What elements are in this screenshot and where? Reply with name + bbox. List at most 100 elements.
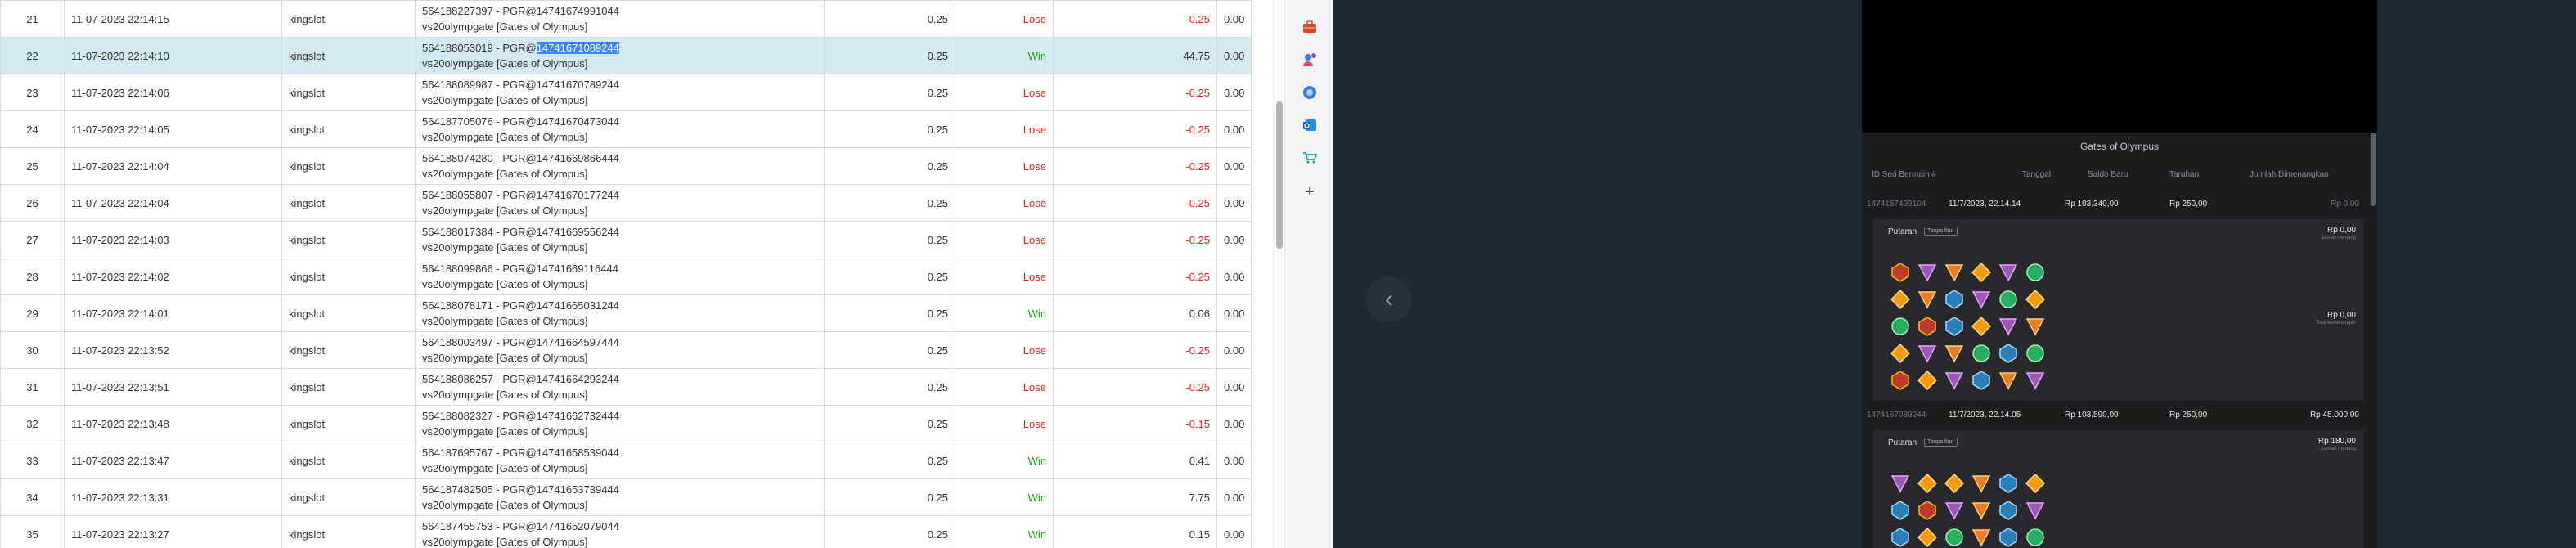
table-row[interactable]: 35 11-07-2023 22:13:27 kingslot 56418745575… <box>0 515 1252 548</box>
row-number: 22 <box>0 37 65 74</box>
row-game: vs20olympgate [Gates of Olympus] <box>422 131 588 143</box>
shopping-icon[interactable] <box>1299 147 1320 168</box>
slot-reel-grid <box>1890 262 2053 393</box>
table-row[interactable]: 26 11-07-2023 22:14:04 kingslot 56418805580… <box>0 184 1252 222</box>
round-id: 1474167499104 <box>1867 200 1926 209</box>
slot-symbol-icon <box>1998 343 2019 364</box>
table-row[interactable]: 23 11-07-2023 22:14:06 kingslot 56418808998… <box>0 74 1252 111</box>
row-jackpot: 0.00 <box>1216 515 1252 548</box>
spin-amount-label: Jumlah menang <box>2321 236 2356 240</box>
row-date: 11-07-2023 22:13:48 <box>64 405 282 442</box>
slot-symbol-icon <box>1971 343 1992 364</box>
table-scrollbar[interactable] <box>1273 0 1284 548</box>
row-result: Lose <box>955 221 1054 258</box>
row-transaction: 564188089987 - PGR@14741670789244 vs20oly… <box>415 74 825 111</box>
row-result: Lose <box>955 405 1054 442</box>
spin-amount-label: Jumlah menang <box>2321 447 2356 451</box>
slot-symbol-icon <box>1944 343 1965 364</box>
row-date: 11-07-2023 22:14:15 <box>64 0 282 38</box>
row-bet: 0.25 <box>824 37 955 74</box>
row-bet: 0.25 <box>824 0 955 38</box>
row-username: kingslot <box>281 74 416 111</box>
row-jackpot: 0.00 <box>1216 74 1252 111</box>
header-date: Tanggal <box>2022 170 2052 179</box>
row-date: 11-07-2023 22:13:31 <box>64 478 282 516</box>
row-transaction: 564188082327 - PGR@14741662732444 vs20oly… <box>415 405 825 442</box>
row-game: vs20olympgate [Gates of Olympus] <box>422 94 588 106</box>
row-date: 11-07-2023 22:14:02 <box>64 258 282 295</box>
row-jackpot: 0.00 <box>1216 110 1252 148</box>
row-win-amount: -0.25 <box>1053 184 1217 222</box>
toolbox-icon[interactable] <box>1299 16 1320 38</box>
row-jackpot: 0.00 <box>1216 294 1252 332</box>
table-row[interactable]: 25 11-07-2023 22:14:04 kingslot 56418807428… <box>0 147 1252 185</box>
tx-id: 564188003497 - PGR@14741664597444 <box>422 336 619 348</box>
total-amount: Rp 0,00 <box>2326 311 2356 320</box>
row-result: Win <box>955 294 1054 332</box>
row-bet: 0.25 <box>824 110 955 148</box>
slot-symbol-icon <box>1944 500 1965 521</box>
slot-symbol-icon <box>1917 289 1938 310</box>
table-row[interactable]: 28 11-07-2023 22:14:02 kingslot 56418809986… <box>0 258 1252 295</box>
table-row[interactable]: 33 11-07-2023 22:13:47 kingslot 56418769576… <box>0 442 1252 479</box>
copilot-icon[interactable] <box>1299 82 1320 103</box>
tx-id: 564188082327 - PGR@14741662732444 <box>422 410 619 422</box>
selected-text[interactable]: 14741671089244 <box>536 42 619 54</box>
row-transaction: 564188074280 - PGR@14741669866444 vs20oly… <box>415 147 825 185</box>
slot-symbol-icon <box>1971 262 1992 283</box>
row-date: 11-07-2023 22:14:04 <box>64 184 282 222</box>
table-row[interactable]: 24 11-07-2023 22:14:05 kingslot 56418770507… <box>0 110 1252 148</box>
row-date: 11-07-2023 22:14:03 <box>64 221 282 258</box>
row-transaction: 564188055807 - PGR@14741670177244 vs20oly… <box>415 184 825 222</box>
table-row[interactable]: 22 11-07-2023 22:14:10 kingslot 56418805301… <box>0 37 1252 74</box>
table-row[interactable]: 27 11-07-2023 22:14:03 kingslot 56418801738… <box>0 221 1252 258</box>
table-row[interactable]: 34 11-07-2023 22:13:31 kingslot 56418748250… <box>0 478 1252 516</box>
row-transaction: 564187455753 - PGR@14741652079044 vs20oly… <box>415 515 825 548</box>
row-date: 11-07-2023 22:14:06 <box>64 74 282 111</box>
plus-icon[interactable]: + <box>1299 182 1320 203</box>
chevron-left-icon[interactable]: ‹ <box>1366 276 1412 322</box>
row-username: kingslot <box>281 221 416 258</box>
table-row[interactable]: 32 11-07-2023 22:13:48 kingslot 56418808232… <box>0 405 1252 442</box>
row-username: kingslot <box>281 368 416 406</box>
row-transaction: 564187705076 - PGR@14741670473044 vs20oly… <box>415 110 825 148</box>
row-number: 26 <box>0 184 65 222</box>
row-number: 23 <box>0 74 65 111</box>
row-username: kingslot <box>281 442 416 479</box>
row-result: Lose <box>955 110 1054 148</box>
spin-card: Putaran Tanpa fitur Rp 180,00 Jumlah men… <box>1873 430 2364 548</box>
table-row[interactable]: 29 11-07-2023 22:14:01 kingslot 56418807817… <box>0 294 1252 332</box>
round-balance: Rp 103.590,00 <box>2065 411 2119 420</box>
row-username: kingslot <box>281 258 416 295</box>
row-result: Lose <box>955 184 1054 222</box>
row-number: 35 <box>0 515 65 548</box>
tx-id-prefix: 564188053019 - PGR@ <box>422 42 537 54</box>
row-username: kingslot <box>281 37 416 74</box>
row-bet: 0.25 <box>824 442 955 479</box>
row-result: Lose <box>955 0 1054 38</box>
scrollbar-thumb[interactable] <box>1276 101 1283 249</box>
row-result: Lose <box>955 368 1054 406</box>
outlook-icon[interactable] <box>1299 115 1320 136</box>
slot-symbol-icon <box>1971 316 1992 337</box>
row-game: vs20olympgate [Gates of Olympus] <box>422 241 588 254</box>
header-round-id: ID Seri Bermain # <box>1872 170 1936 179</box>
row-date: 11-07-2023 22:14:04 <box>64 147 282 185</box>
tx-id: 564187705076 - PGR@14741670473044 <box>422 115 619 128</box>
table-row[interactable]: 31 11-07-2023 22:13:51 kingslot 56418808625… <box>0 368 1252 406</box>
tx-id: 564188078171 - PGR@14741665031244 <box>422 299 619 312</box>
spin-tag: Tanpa fitur <box>1924 438 1958 447</box>
row-transaction: 564188086257 - PGR@14741664293244 vs20oly… <box>415 368 825 406</box>
row-win-amount: -0.25 <box>1053 368 1217 406</box>
row-number: 27 <box>0 221 65 258</box>
row-transaction: 564188227397 - PGR@14741674991044 vs20oly… <box>415 0 825 38</box>
user-chat-icon[interactable] <box>1299 49 1320 70</box>
slot-reel-grid <box>1890 473 2053 548</box>
slot-symbol-icon <box>2025 500 2046 521</box>
table-row[interactable]: 21 11-07-2023 22:14:15 kingslot 56418822739… <box>0 0 1252 38</box>
slot-symbol-icon <box>1971 370 1992 391</box>
row-transaction: 564188099866 - PGR@14741669116444 vs20oly… <box>415 258 825 295</box>
row-transaction: 564187482505 - PGR@14741653739444 vs20oly… <box>415 478 825 516</box>
row-username: kingslot <box>281 184 416 222</box>
table-row[interactable]: 30 11-07-2023 22:13:52 kingslot 56418800349… <box>0 331 1252 369</box>
